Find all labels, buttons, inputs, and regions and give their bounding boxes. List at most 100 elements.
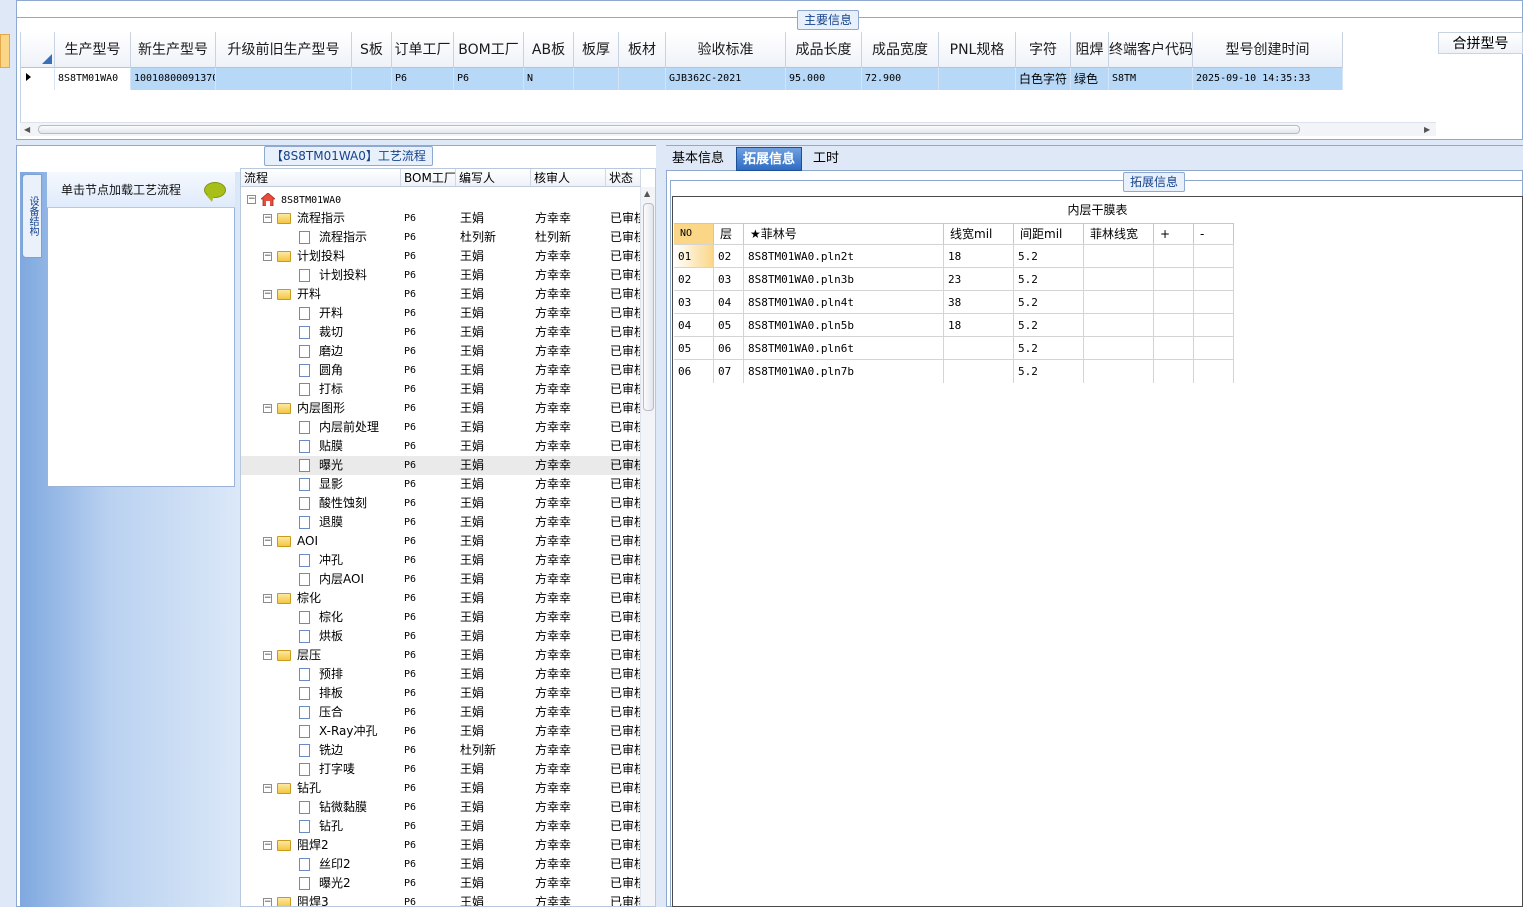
dry-film-cell[interactable]: 06 — [714, 337, 744, 360]
tree-row[interactable]: − 流程指示 P6王娟方幸幸已审核 — [241, 209, 641, 228]
tree-cell-writer[interactable]: 王娟 — [456, 494, 531, 513]
column-header[interactable]: 升级前旧生产型号 — [216, 32, 352, 68]
tree-cell-writer[interactable]: 王娟 — [456, 532, 531, 551]
tree-cell-status[interactable]: 已审核 — [606, 494, 641, 513]
tree-node-label[interactable]: 棕化 — [319, 608, 343, 627]
tree-row[interactable]: 圆角 P6王娟方幸幸已审核 — [241, 361, 641, 380]
tree-cell-writer[interactable]: 王娟 — [456, 551, 531, 570]
tree-cell-status[interactable]: 已审核 — [606, 608, 641, 627]
tree-cell-writer[interactable]: 王娟 — [456, 893, 531, 906]
table-cell[interactable]: N — [524, 68, 574, 90]
tree-cell-bom[interactable]: P6 — [401, 779, 456, 798]
dry-film-cell[interactable]: 03 — [714, 268, 744, 291]
tree-cell-bom[interactable]: P6 — [401, 266, 456, 285]
column-header[interactable]: 新生产型号 — [131, 32, 216, 68]
column-header[interactable]: 阻焊 — [1071, 32, 1109, 68]
tree-cell-writer[interactable]: 杜列新 — [456, 741, 531, 760]
dry-film-column-header[interactable]: 间距mil — [1014, 224, 1084, 244]
tree-cell-bom[interactable]: P6 — [401, 703, 456, 722]
tree-cell-bom[interactable]: P6 — [401, 684, 456, 703]
tree-cell-writer[interactable]: 王娟 — [456, 646, 531, 665]
tree-cell-bom[interactable]: P6 — [401, 475, 456, 494]
dry-film-cell[interactable]: 05 — [714, 314, 744, 337]
tree-cell-status[interactable]: 已审核 — [606, 646, 641, 665]
tree-row[interactable]: 烘板 P6王娟方幸幸已审核 — [241, 627, 641, 646]
column-header[interactable]: 板厚 — [574, 32, 619, 68]
tree-node-label[interactable]: 打标 — [319, 380, 343, 399]
tree-cell-writer[interactable]: 王娟 — [456, 285, 531, 304]
dry-film-cell[interactable] — [1084, 337, 1154, 360]
tree-node-cell[interactable]: 烘板 — [241, 627, 401, 646]
tree-node-label[interactable]: 钻孔 — [319, 817, 343, 836]
tree-cell-writer[interactable]: 王娟 — [456, 418, 531, 437]
tree-node-label[interactable]: 曝光 — [319, 456, 343, 475]
tree-row[interactable]: − 钻孔 P6王娟方幸幸已审核 — [241, 779, 641, 798]
tree-cell-writer[interactable]: 王娟 — [456, 798, 531, 817]
dry-film-row[interactable]: 04 05 8S8TM01WA0.pln5b 18 5.2 — [674, 313, 1234, 337]
tree-cell-reviewer[interactable]: 方幸幸 — [531, 418, 606, 437]
tree-cell-status[interactable]: 已审核 — [606, 893, 641, 906]
tree-row[interactable]: 计划投料 P6王娟方幸幸已审核 — [241, 266, 641, 285]
dry-film-cell[interactable] — [1154, 360, 1194, 383]
tree-cell-reviewer[interactable]: 方幸幸 — [531, 513, 606, 532]
tree-row[interactable]: 曝光 P6王娟方幸幸已审核 — [241, 456, 641, 475]
tree-cell-reviewer[interactable]: 方幸幸 — [531, 741, 606, 760]
tree-cell-reviewer[interactable]: 方幸幸 — [531, 608, 606, 627]
tree-cell-reviewer[interactable]: 方幸幸 — [531, 456, 606, 475]
tab-basic-info[interactable]: 基本信息 — [666, 147, 730, 171]
dry-film-cell[interactable] — [1194, 291, 1234, 314]
tree-cell-writer[interactable]: 王娟 — [456, 380, 531, 399]
tree-cell-bom[interactable] — [401, 190, 456, 209]
tree-node-cell[interactable]: 内层前处理 — [241, 418, 401, 437]
tree-node-cell[interactable]: − 阻焊3 — [241, 893, 401, 906]
tree-node-label[interactable]: 磨边 — [319, 342, 343, 361]
tree-cell-bom[interactable]: P6 — [401, 494, 456, 513]
dry-film-cell[interactable]: 23 — [944, 268, 1014, 291]
tree-cell-reviewer[interactable]: 方幸幸 — [531, 399, 606, 418]
tree-node-cell[interactable]: 压合 — [241, 703, 401, 722]
tree-cell-reviewer[interactable]: 方幸幸 — [531, 494, 606, 513]
tree-vertical-scrollbar[interactable]: ▲ — [640, 187, 655, 906]
tree-row[interactable]: 钻微黏膜 P6王娟方幸幸已审核 — [241, 798, 641, 817]
dry-film-cell[interactable]: 5.2 — [1014, 360, 1084, 383]
tree-row[interactable]: 内层前处理 P6王娟方幸幸已审核 — [241, 418, 641, 437]
tree-node-cell[interactable]: − 流程指示 — [241, 209, 401, 228]
vertical-tab-structure[interactable]: 设备结构 — [22, 174, 42, 258]
tree-cell-status[interactable]: 已审核 — [606, 304, 641, 323]
dry-film-cell[interactable]: 8S8TM01WA0.pln7b — [744, 360, 944, 383]
dry-film-column-header[interactable]: NO — [674, 224, 714, 244]
dry-film-cell[interactable]: 5.2 — [1014, 337, 1084, 360]
tree-node-label[interactable]: 计划投料 — [297, 247, 345, 266]
tree-cell-status[interactable]: 已审核 — [606, 741, 641, 760]
tree-row[interactable]: 排板 P6王娟方幸幸已审核 — [241, 684, 641, 703]
collapse-icon[interactable]: − — [263, 651, 272, 660]
tree-node-label[interactable]: 曝光2 — [319, 874, 351, 893]
tree-cell-writer[interactable]: 王娟 — [456, 665, 531, 684]
dry-film-cell[interactable]: 5.2 — [1014, 291, 1084, 314]
dry-film-cell[interactable] — [944, 360, 1014, 383]
tree-cell-status[interactable]: 已审核 — [606, 798, 641, 817]
tree-cell-bom[interactable]: P6 — [401, 627, 456, 646]
tree-cell-status[interactable]: 已审核 — [606, 209, 641, 228]
tree-cell-bom[interactable]: P6 — [401, 304, 456, 323]
table-cell[interactable]: 绿色 — [1071, 68, 1109, 90]
dry-film-column-header[interactable]: - — [1194, 224, 1234, 244]
tree-row[interactable]: 显影 P6王娟方幸幸已审核 — [241, 475, 641, 494]
dry-film-cell[interactable]: 8S8TM01WA0.pln3b — [744, 268, 944, 291]
tree-cell-status[interactable]: 已审核 — [606, 722, 641, 741]
tree-cell-writer[interactable]: 王娟 — [456, 513, 531, 532]
tree-cell-writer[interactable]: 王娟 — [456, 855, 531, 874]
dry-film-cell[interactable] — [1084, 291, 1154, 314]
tree-node-label[interactable]: 退膜 — [319, 513, 343, 532]
tree-row[interactable]: 磨边 P6王娟方幸幸已审核 — [241, 342, 641, 361]
column-header[interactable]: BOM工厂 — [454, 32, 524, 68]
tree-node-label[interactable]: 内层图形 — [297, 399, 345, 418]
tree-cell-status[interactable]: 已审核 — [606, 760, 641, 779]
tree-cell-writer[interactable]: 王娟 — [456, 266, 531, 285]
dry-film-row[interactable]: 05 06 8S8TM01WA0.pln6t 5.2 — [674, 336, 1234, 360]
table-cell[interactable] — [619, 68, 666, 90]
tree-node-cell[interactable]: − 计划投料 — [241, 247, 401, 266]
tree-row[interactable]: 冲孔 P6王娟方幸幸已审核 — [241, 551, 641, 570]
collapse-icon[interactable]: − — [263, 404, 272, 413]
tree-cell-status[interactable]: 已审核 — [606, 437, 641, 456]
